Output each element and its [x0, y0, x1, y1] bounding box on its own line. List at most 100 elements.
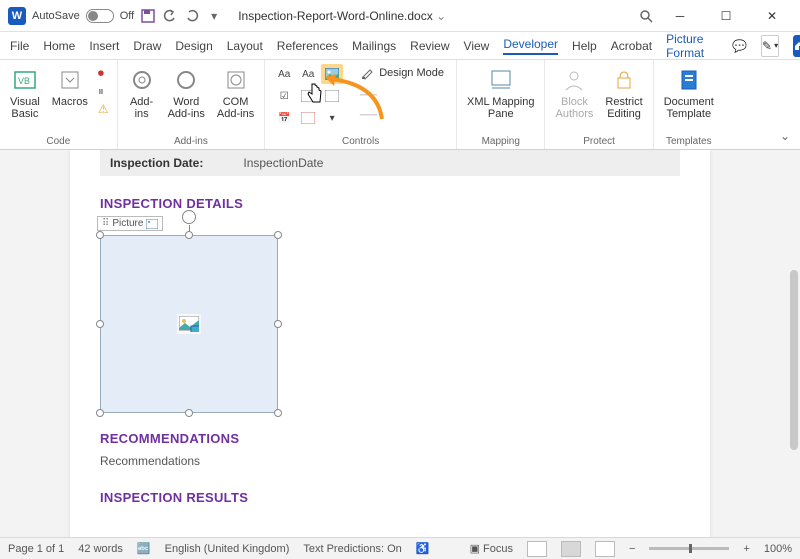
redo-icon[interactable] [184, 8, 200, 24]
dropdown-control[interactable] [321, 86, 343, 106]
plain-text-control[interactable]: Aa [297, 64, 319, 84]
focus-mode-button[interactable]: ▣ Focus [470, 542, 513, 555]
building-block-control[interactable] [297, 108, 319, 128]
tab-mailings[interactable]: Mailings [352, 39, 396, 53]
undo-icon[interactable] [162, 8, 178, 24]
zoom-slider[interactable] [649, 547, 729, 550]
status-page[interactable]: Page 1 of 1 [8, 543, 64, 555]
status-accessibility-icon[interactable]: ♿ [416, 542, 430, 555]
combobox-control[interactable] [297, 86, 319, 106]
macros-button[interactable]: Macros [50, 64, 90, 110]
resize-handle-br[interactable] [274, 409, 282, 417]
status-spellcheck-icon[interactable]: 🔤 [137, 542, 151, 555]
tab-layout[interactable]: Layout [227, 39, 263, 53]
tab-file[interactable]: File [10, 39, 29, 53]
resize-handle-tr[interactable] [274, 231, 282, 239]
resize-handle-tl[interactable] [96, 231, 104, 239]
legacy-tools-control[interactable]: ▾ [321, 108, 343, 128]
com-addins-icon [222, 66, 250, 94]
xml-mapping-button[interactable]: XML Mapping Pane [465, 64, 536, 122]
macro-security-icon[interactable]: ⚠ [98, 102, 109, 116]
design-mode-button[interactable]: Design Mode [357, 64, 448, 82]
tab-draw[interactable]: Draw [133, 39, 161, 53]
tab-references[interactable]: References [277, 39, 338, 53]
read-mode-button[interactable] [527, 541, 547, 557]
properties-button[interactable]: ⸺ [357, 86, 448, 102]
record-macro-icon[interactable]: ⏺ [98, 66, 109, 81]
design-mode-icon [361, 66, 375, 80]
controls-grid: Aa Aa ☑ 📅 ▾ [273, 64, 343, 128]
minimize-button[interactable]: ─ [660, 2, 700, 30]
rotate-handle[interactable] [182, 210, 196, 224]
resize-handle-t[interactable] [185, 231, 193, 239]
addins-button[interactable]: Add- ins [126, 64, 158, 122]
search-icon[interactable] [638, 8, 654, 24]
status-language[interactable]: English (United Kingdom) [165, 543, 290, 555]
resize-handle-bl[interactable] [96, 409, 104, 417]
page[interactable]: Inspection Date: InspectionDate INSPECTI… [70, 150, 710, 537]
zoom-level[interactable]: 100% [764, 543, 792, 555]
collapse-ribbon-icon[interactable]: ⌄ [780, 129, 790, 143]
status-predictions[interactable]: Text Predictions: On [303, 543, 401, 555]
pause-macro-icon[interactable]: ⏸ [98, 84, 109, 99]
picture-content-control[interactable] [321, 64, 343, 84]
document-template-button[interactable]: Document Template [662, 64, 716, 122]
close-button[interactable]: ✕ [752, 2, 792, 30]
group-templates: Document Template Templates [654, 60, 724, 149]
doc-template-icon [675, 66, 703, 94]
tab-review[interactable]: Review [410, 39, 449, 53]
status-words[interactable]: 42 words [78, 543, 123, 555]
ribbon-tabs: File Home Insert Draw Design Layout Refe… [0, 32, 800, 60]
share-button[interactable] [793, 35, 800, 57]
addins-icon [128, 66, 156, 94]
group-button[interactable]: ⸺ [357, 106, 448, 122]
autosave-label: AutoSave [32, 10, 80, 22]
tab-view[interactable]: View [464, 39, 490, 53]
save-icon[interactable] [140, 8, 156, 24]
tab-acrobat[interactable]: Acrobat [611, 39, 652, 53]
zoom-out-button[interactable]: − [629, 543, 635, 555]
picture-content-control-frame[interactable]: ⠿Picture [100, 235, 278, 413]
tab-insert[interactable]: Insert [89, 39, 119, 53]
tab-design[interactable]: Design [175, 39, 212, 53]
restrict-editing-icon [610, 66, 638, 94]
inspection-date-row: Inspection Date: InspectionDate [100, 150, 680, 176]
group-protect: Block Authors Restrict Editing Protect [545, 60, 653, 149]
tab-home[interactable]: Home [43, 39, 75, 53]
word-addins-icon [172, 66, 200, 94]
xml-mapping-icon [487, 66, 515, 94]
resize-handle-b[interactable] [185, 409, 193, 417]
document-title[interactable]: Inspection-Report-Word-Online.docx ⌄ [238, 9, 446, 23]
comments-icon[interactable]: 💬 [732, 39, 747, 53]
vertical-scrollbar[interactable] [790, 270, 798, 450]
editing-mode-button[interactable]: ✎▾ [761, 35, 779, 57]
tab-developer[interactable]: Developer [503, 37, 558, 55]
zoom-in-button[interactable]: + [743, 543, 749, 555]
block-authors-button[interactable]: Block Authors [553, 64, 595, 122]
visual-basic-button[interactable]: VB Visual Basic [8, 64, 42, 122]
web-layout-button[interactable] [595, 541, 615, 557]
recommendations-text[interactable]: Recommendations [100, 454, 680, 468]
restrict-editing-button[interactable]: Restrict Editing [603, 64, 644, 122]
group-label-controls: Controls [342, 136, 379, 147]
picture-control-tag[interactable]: ⠿Picture [97, 216, 163, 231]
print-layout-button[interactable] [561, 541, 581, 557]
resize-handle-r[interactable] [274, 320, 282, 328]
inspection-date-value[interactable]: InspectionDate [243, 156, 323, 170]
com-addins-button[interactable]: COM Add-ins [215, 64, 256, 122]
resize-handle-l[interactable] [96, 320, 104, 328]
tab-picture-format[interactable]: Picture Format [666, 32, 704, 60]
date-picker-control[interactable]: 📅 [273, 108, 295, 128]
autosave-toggle[interactable] [86, 9, 114, 23]
picture-tag-icon [146, 219, 158, 229]
rich-text-control[interactable]: Aa [273, 64, 295, 84]
word-app-icon: W [8, 7, 26, 25]
word-addins-button[interactable]: Word Add-ins [166, 64, 207, 122]
section-inspection-details: INSPECTION DETAILS [100, 196, 680, 211]
checkbox-control[interactable]: ☑ [273, 86, 295, 106]
title-bar: W AutoSave Off ▾ Inspection-Report-Word-… [0, 0, 800, 32]
maximize-button[interactable]: ☐ [706, 2, 746, 30]
picture-placeholder-icon[interactable] [177, 314, 201, 334]
tab-help[interactable]: Help [572, 39, 597, 53]
qat-dropdown-icon[interactable]: ▾ [206, 8, 222, 24]
